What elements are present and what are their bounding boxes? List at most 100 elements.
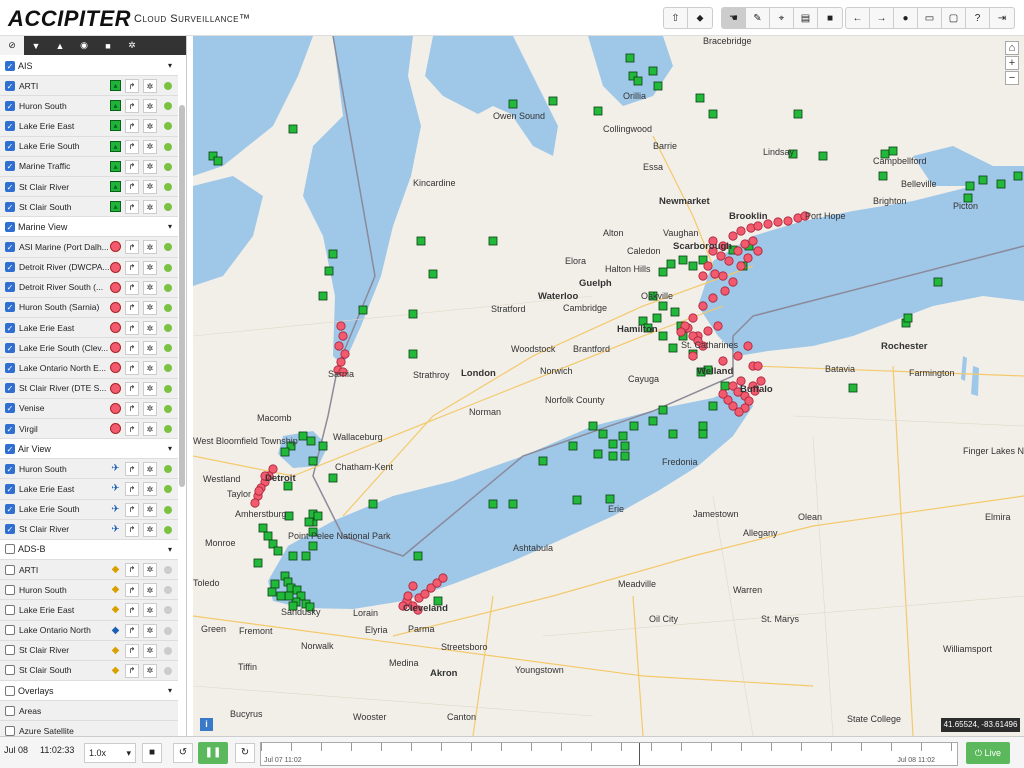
ais-vessel-marker[interactable]: [276, 591, 286, 601]
ais-vessel-marker[interactable]: [298, 431, 308, 441]
ais-vessel-marker[interactable]: [698, 421, 708, 431]
group-checkbox[interactable]: ✓: [5, 221, 15, 232]
marine-target-marker[interactable]: [250, 498, 260, 508]
gear-icon[interactable]: ✲: [143, 522, 157, 537]
ais-vessel-marker[interactable]: [572, 495, 582, 505]
marine-target-marker[interactable]: [740, 239, 750, 249]
marine-target-marker[interactable]: [728, 277, 738, 287]
ais-vessel-marker[interactable]: [324, 266, 334, 276]
gear-icon[interactable]: ✲: [143, 482, 157, 497]
ais-vessel-marker[interactable]: [698, 429, 708, 439]
ais-vessel-marker[interactable]: [263, 531, 273, 541]
gear-icon[interactable]: ✲: [143, 200, 157, 215]
share-icon[interactable]: ↱: [125, 462, 139, 477]
funnel-icon[interactable]: ▼: [24, 36, 48, 55]
layer-row[interactable]: Huron South ◆ ↱ ✲: [0, 580, 178, 601]
ais-vessel-marker[interactable]: [965, 181, 975, 191]
layer-row[interactable]: ✓ St Clair South ▴ ↱ ✲: [0, 197, 178, 218]
marine-target-marker[interactable]: [728, 231, 738, 241]
gear-icon[interactable]: ✲: [143, 99, 157, 114]
layer-checkbox[interactable]: ✓: [5, 282, 15, 293]
layer-row[interactable]: ✓ St Clair River (DTE S... ↱ ✲: [0, 378, 178, 399]
ais-vessel-marker[interactable]: [653, 81, 663, 91]
ais-vessel-marker[interactable]: [306, 436, 316, 446]
ais-vessel-marker[interactable]: [668, 343, 678, 353]
layer-row[interactable]: ✓ Lake Erie East ✈ ↱ ✲: [0, 479, 178, 500]
ais-vessel-marker[interactable]: [508, 499, 518, 509]
marine-target-marker[interactable]: [718, 389, 728, 399]
refresh-button[interactable]: ↻: [235, 743, 255, 763]
layer-checkbox[interactable]: ✓: [5, 302, 15, 313]
gear-icon[interactable]: ✲: [143, 341, 157, 356]
forward-arrow-icon[interactable]: →: [870, 8, 894, 28]
gear-icon[interactable]: ✲: [143, 583, 157, 598]
layer-row[interactable]: ✓ Lake Ontario North E... ↱ ✲: [0, 358, 178, 379]
share-icon[interactable]: ↱: [125, 401, 139, 416]
layer-checkbox[interactable]: ✓: [5, 262, 15, 273]
marine-target-marker[interactable]: [753, 221, 763, 231]
ais-vessel-marker[interactable]: [488, 499, 498, 509]
map-view[interactable]: Bracebridge Owen Sound Collingwood Barrie Or…: [193, 36, 1024, 736]
marine-target-marker[interactable]: [334, 341, 344, 351]
gear-icon[interactable]: ✲: [143, 361, 157, 376]
layer-row[interactable]: ✓ Detroit River South (... ↱ ✲: [0, 277, 178, 298]
ais-vessel-marker[interactable]: [608, 451, 618, 461]
layer-row[interactable]: ✓ ASI Marine (Port Dalh... ↱ ✲: [0, 237, 178, 258]
ais-vessel-marker[interactable]: [508, 99, 518, 109]
filter-all-icon[interactable]: ⊘: [0, 36, 24, 55]
group-checkbox[interactable]: ✓: [5, 443, 15, 454]
gear-icon[interactable]: ✲: [143, 260, 157, 275]
layer-checkbox[interactable]: ✓: [5, 100, 15, 111]
share-icon[interactable]: ↱: [125, 522, 139, 537]
share-icon[interactable]: ↱: [125, 643, 139, 658]
gear-icon[interactable]: ✲: [143, 462, 157, 477]
share-icon[interactable]: ↱: [125, 200, 139, 215]
share-icon[interactable]: ↱: [125, 502, 139, 517]
marine-target-marker[interactable]: [753, 246, 763, 256]
layer-group[interactable]: ✓ Marine View ▾: [0, 217, 178, 238]
marine-target-marker[interactable]: [713, 321, 723, 331]
upload-icon[interactable]: ⇧: [664, 8, 688, 28]
ais-vessel-marker[interactable]: [688, 261, 698, 271]
marine-target-marker[interactable]: [743, 341, 753, 351]
layer-checkbox[interactable]: [5, 625, 15, 636]
timeline-slider[interactable]: Jul 07 11:02 Jul 08 11:02: [260, 742, 958, 766]
layer-row[interactable]: ✓ Lake Erie South ▴ ↱ ✲: [0, 136, 178, 157]
ais-vessel-marker[interactable]: [598, 429, 608, 439]
share-icon[interactable]: ↱: [125, 381, 139, 396]
ais-vessel-marker[interactable]: [668, 429, 678, 439]
camera-icon[interactable]: ■: [96, 36, 120, 55]
ais-vessel-marker[interactable]: [328, 473, 338, 483]
layer-row[interactable]: ✓ Lake Erie South (Clev... ↱ ✲: [0, 338, 178, 359]
marine-target-marker[interactable]: [708, 293, 718, 303]
ais-vessel-marker[interactable]: [270, 579, 280, 589]
layer-checkbox[interactable]: ✓: [5, 120, 15, 131]
ais-vessel-marker[interactable]: [318, 441, 328, 451]
marine-target-marker[interactable]: [698, 271, 708, 281]
layer-checkbox[interactable]: [5, 584, 15, 595]
sidebar-scrollbar[interactable]: [179, 105, 185, 487]
marine-target-marker[interactable]: [703, 261, 713, 271]
ais-vessel-marker[interactable]: [720, 381, 730, 391]
share-icon[interactable]: ↱: [125, 79, 139, 93]
marine-target-marker[interactable]: [720, 286, 730, 296]
speed-select[interactable]: 1.0x ▾: [84, 743, 136, 763]
ais-vessel-marker[interactable]: [568, 441, 578, 451]
zoom-in-button[interactable]: +: [1005, 56, 1019, 70]
gear-icon[interactable]: ✲: [143, 79, 157, 93]
ais-vessel-marker[interactable]: [593, 449, 603, 459]
stop-button[interactable]: ■: [142, 743, 162, 763]
ais-vessel-marker[interactable]: [368, 499, 378, 509]
ais-vessel-marker[interactable]: [301, 551, 311, 561]
ais-vessel-marker[interactable]: [213, 156, 223, 166]
gear-icon[interactable]: ✲: [143, 300, 157, 315]
ais-vessel-marker[interactable]: [258, 523, 268, 533]
layer-row[interactable]: ✓ ARTI ▴ ↱ ✲: [0, 76, 178, 97]
share-icon[interactable]: ↱: [125, 321, 139, 336]
layer-row[interactable]: ✓ Huron South ✈ ↱ ✲: [0, 459, 178, 480]
ais-vessel-marker[interactable]: [620, 451, 630, 461]
layer-row[interactable]: ✓ Lake Erie East ↱ ✲: [0, 318, 178, 339]
share-icon[interactable]: ↱: [125, 179, 139, 194]
ais-vessel-marker[interactable]: [878, 171, 888, 181]
layer-row[interactable]: Lake Erie East ◆ ↱ ✲: [0, 600, 178, 621]
